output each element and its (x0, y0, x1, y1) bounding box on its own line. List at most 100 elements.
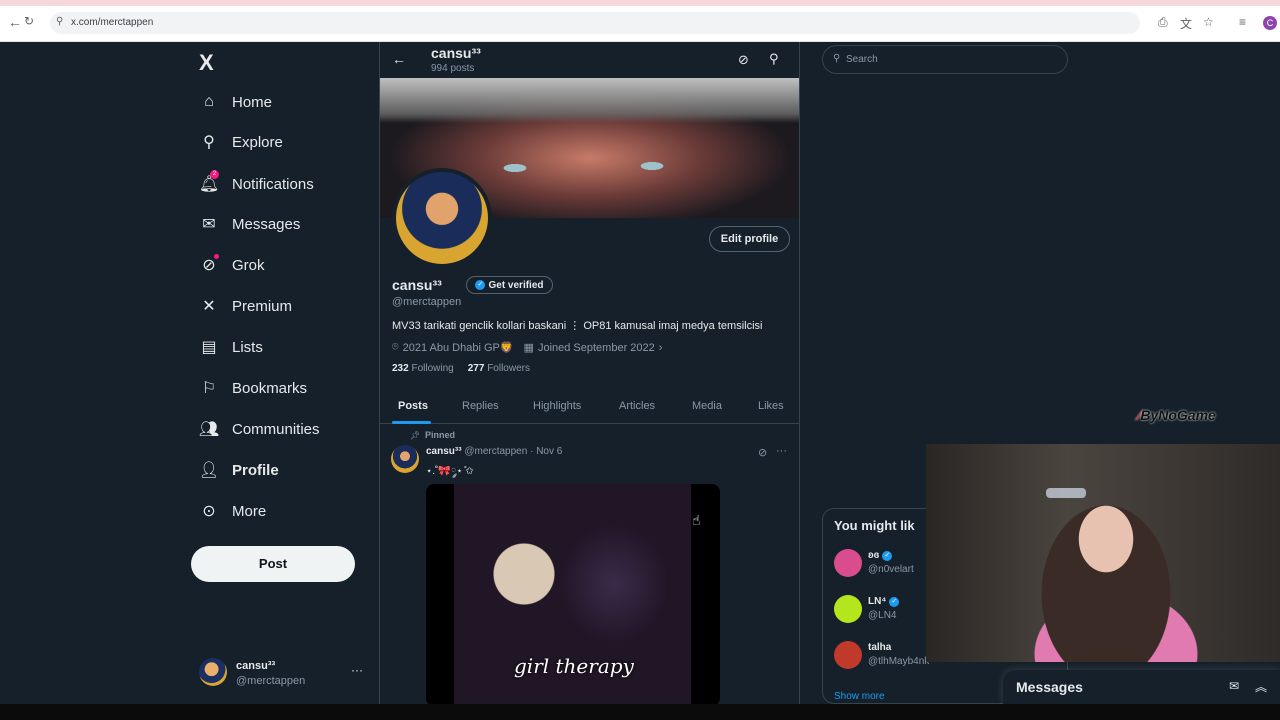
nav-explore[interactable]: ⚲ Explore (199, 127, 283, 157)
search-icon[interactable]: ⚲ (769, 51, 779, 67)
location-pin-icon: ⌾ (392, 341, 399, 353)
bookmark-icon: ⚐ (201, 380, 217, 397)
tab-replies[interactable]: Replies (462, 400, 499, 412)
nav-home[interactable]: ⌂ Home (199, 87, 272, 117)
suggestion-name-text: LN⁴ (868, 596, 887, 607)
nav-label: Messages (232, 215, 301, 233)
tab-likes[interactable]: Likes (758, 400, 784, 412)
nav-more[interactable]: ⊙ More (199, 496, 266, 526)
nav-profile[interactable]: 👤︎ Profile (199, 455, 279, 485)
grok-icon: ⊘ (199, 254, 219, 275)
grok-icon[interactable]: ⊘ (758, 446, 767, 459)
profile-meta: ⌾ 2021 Abu Dhabi GP🦁 ▦ Joined September 20… (392, 341, 662, 354)
avatar (834, 641, 862, 669)
nav-label: Communities (232, 420, 320, 438)
nav-label: Home (232, 93, 273, 111)
nav-grok[interactable]: ⊘ Grok (199, 250, 265, 280)
profile-bio: MV33 tarikati genclik kollari baskani ⋮ … (392, 320, 763, 332)
grok-dot (214, 254, 219, 259)
profile-tabs: Posts Replies Highlights Articles Media … (380, 388, 799, 424)
site-info-icon[interactable]: ⚲ (56, 16, 63, 27)
nav-communities[interactable]: 👥︎ Communities (199, 414, 320, 444)
account-handle: @merctappen (236, 675, 306, 687)
tab-articles[interactable]: Articles (619, 400, 655, 412)
new-message-icon[interactable]: ✉ (1229, 679, 1239, 693)
followers-link[interactable]: 277 Followers (468, 363, 530, 374)
tab-strip (0, 0, 1280, 6)
tab-posts[interactable]: Posts (398, 400, 428, 412)
nav-bookmarks[interactable]: ⚐ Bookmarks (199, 373, 307, 403)
browser-profile-avatar[interactable]: C (1263, 16, 1277, 30)
post-media[interactable]: girl therapy (426, 484, 720, 704)
get-verified-button[interactable]: ✓ Get verified (466, 276, 553, 294)
star-icon[interactable]: ☆ (1203, 15, 1214, 29)
nav-notifications[interactable]: 🔔︎ 2 Notifications (199, 169, 314, 199)
address-bar[interactable] (50, 12, 1140, 34)
nav-label: Grok (232, 256, 265, 274)
grok-icon[interactable]: ⊘ (738, 52, 749, 68)
notification-badge: 2 (210, 170, 219, 179)
suggestion-name: LN⁴ ✓ (868, 596, 900, 607)
post-header: cansu³³ @merctappen · Nov 6 (426, 446, 562, 457)
profile-avatar[interactable] (392, 168, 492, 268)
avatar (834, 595, 862, 623)
joined-date[interactable]: ▦ Joined September 2022 › (524, 341, 663, 355)
nav-label: Bookmarks (232, 379, 308, 397)
search-input[interactable]: ⚲ Search (822, 45, 1068, 74)
more-icon[interactable]: ··· (776, 445, 787, 457)
joined-text: Joined September 2022 (537, 341, 655, 354)
install-icon[interactable]: ⎙ (1158, 15, 1168, 30)
avatar (834, 549, 862, 577)
url-text[interactable]: x.com/merctappen (71, 17, 153, 28)
tab-media[interactable]: Media (692, 400, 722, 412)
hand-cursor-icon: ☝ (692, 512, 701, 528)
x-logo[interactable]: X (199, 50, 214, 76)
media-caption: girl therapy (514, 654, 634, 678)
tab-highlights[interactable]: Highlights (533, 400, 581, 412)
followers-label: Followers (487, 363, 530, 374)
get-verified-label: Get verified (488, 279, 544, 291)
menu-icon[interactable]: ≡ (1239, 15, 1246, 29)
messages-dock[interactable]: Messages ✉ ︽ (1003, 670, 1280, 704)
more-icon[interactable]: ··· (351, 663, 363, 677)
pinned-label: Pinned (425, 430, 456, 440)
suggestion-handle: @tlhMayb4nk (868, 656, 930, 667)
watermark-text: ByNoGame (1140, 407, 1216, 423)
nav-label: Profile (232, 461, 279, 479)
location-text: 2021 Abu Dhabi GP🦁 (402, 342, 514, 354)
reload-icon[interactable]: ↻ (24, 14, 34, 28)
edit-profile-button[interactable]: Edit profile (709, 226, 790, 252)
nav-messages[interactable]: ✉ Messages (199, 209, 300, 239)
nav-label: Explore (232, 133, 283, 151)
bottom-bar (0, 704, 1280, 720)
webcam-background-light (1046, 488, 1086, 498)
nav-premium[interactable]: ✕ Premium (199, 291, 292, 321)
post-button[interactable]: Post (191, 546, 355, 582)
back-arrow-icon[interactable]: ← (8, 14, 22, 30)
suggestion-handle: @LN4 (868, 610, 897, 621)
envelope-icon: ✉ (202, 216, 216, 233)
verified-check-icon: ✓ (882, 550, 893, 561)
more-circle-icon: ⊙ (202, 503, 216, 520)
people-icon: 👥︎ (198, 421, 220, 438)
following-count: 232 (392, 363, 409, 374)
nav-label: More (232, 502, 267, 520)
avatar[interactable] (391, 445, 419, 473)
nav-lists[interactable]: ▤ Lists (199, 332, 263, 362)
profile-name: cansu³³ (392, 277, 442, 293)
panel-title: You might lik (834, 518, 915, 533)
profile-handle: @merctappen (392, 296, 462, 308)
suggestion-name-text: talha (868, 642, 892, 653)
profile-column: ← cansu³³ 994 posts ⊘ ⚲ Edit profile can… (379, 42, 800, 704)
post-author[interactable]: cansu³³ (426, 446, 462, 457)
following-link[interactable]: 232 Following (392, 363, 454, 374)
show-more-link[interactable]: Show more (834, 691, 885, 702)
chevron-up-icon[interactable]: ︽ (1255, 678, 1267, 695)
back-arrow-icon[interactable]: ← (392, 51, 406, 67)
list-icon: ▤ (201, 339, 217, 356)
webcam-overlay (926, 444, 1280, 662)
translate-icon[interactable]: 文 (1180, 15, 1192, 32)
account-switcher[interactable]: cansu³³ @merctappen ··· (199, 658, 369, 690)
nav-label: Lists (232, 338, 263, 356)
x-icon: ✕ (202, 298, 216, 315)
